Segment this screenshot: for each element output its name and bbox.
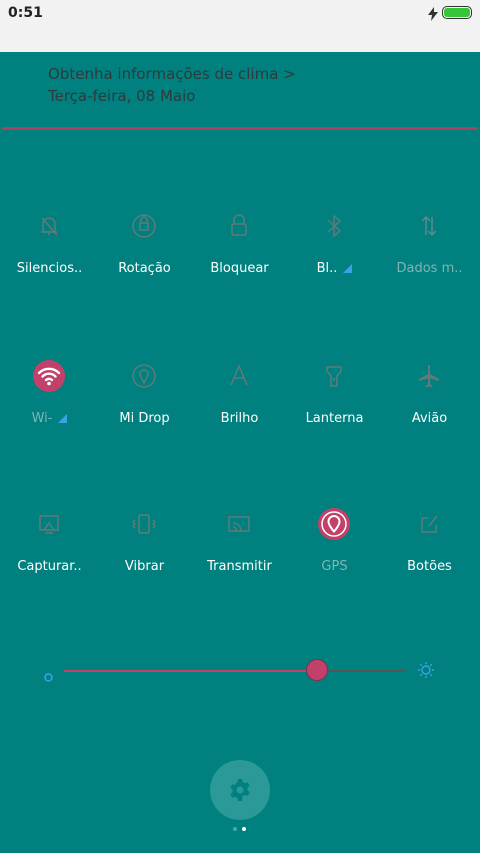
screenshot-icon bbox=[31, 506, 67, 542]
tile-buttons[interactable]: Botões bbox=[382, 506, 477, 606]
tile-label: Avião bbox=[411, 411, 448, 426]
weather-link[interactable]: Obtenha informações de clima > bbox=[48, 65, 296, 83]
tile-rotation[interactable]: Rotação bbox=[97, 208, 192, 308]
header-divider bbox=[2, 127, 478, 130]
page-dot bbox=[233, 827, 237, 831]
settings-button[interactable] bbox=[210, 760, 270, 820]
gear-icon bbox=[230, 779, 250, 801]
tile-label-text: Wi- bbox=[31, 411, 53, 426]
expand-indicator-icon bbox=[343, 264, 353, 273]
tile-cast[interactable]: Transmitir bbox=[192, 506, 287, 606]
tile-lock[interactable]: Bloquear bbox=[192, 208, 287, 308]
page-dot-active bbox=[242, 827, 246, 831]
lock-icon bbox=[221, 208, 257, 244]
status-bar: 0:51 bbox=[0, 0, 480, 52]
buttons-icon bbox=[411, 506, 447, 542]
mobile-data-icon bbox=[411, 208, 447, 244]
gps-icon bbox=[316, 506, 352, 542]
tile-label: Wi- bbox=[2, 411, 97, 426]
date-label: Terça-feira, 08 Maio bbox=[48, 87, 196, 105]
brightness-slider[interactable] bbox=[64, 659, 406, 681]
flashlight-icon bbox=[316, 358, 352, 394]
tile-wifi[interactable]: Wi- bbox=[2, 358, 97, 458]
tile-vibrate[interactable]: Vibrar bbox=[97, 506, 192, 606]
brightness-high-icon bbox=[417, 661, 435, 683]
brightness-low-icon bbox=[44, 667, 53, 686]
expand-indicator-icon bbox=[58, 414, 68, 423]
tile-label: Bl.. bbox=[287, 261, 382, 276]
tile-label: Botões bbox=[407, 559, 452, 574]
tile-gps[interactable]: GPS bbox=[287, 506, 382, 606]
auto-brightness-icon bbox=[221, 358, 257, 394]
tile-bluetooth[interactable]: Bl.. bbox=[287, 208, 382, 308]
tile-label: Brilho bbox=[220, 411, 259, 426]
tile-label: Mi Drop bbox=[119, 411, 170, 426]
tile-silent[interactable]: Silencios.. bbox=[2, 208, 97, 308]
airplane-icon bbox=[411, 358, 447, 394]
tile-screenshot[interactable]: Capturar.. bbox=[2, 506, 97, 606]
status-time: 0:51 bbox=[8, 5, 43, 21]
tile-label: GPS bbox=[321, 559, 348, 574]
tile-flashlight[interactable]: Lanterna bbox=[287, 358, 382, 458]
cast-icon bbox=[221, 506, 257, 542]
tile-airplane[interactable]: Avião bbox=[382, 358, 477, 458]
tile-label: Silencios.. bbox=[16, 261, 83, 276]
tile-label: Dados m.. bbox=[396, 261, 463, 276]
tile-label: Vibrar bbox=[124, 559, 165, 574]
mi-drop-icon bbox=[126, 358, 162, 394]
bolt-icon bbox=[428, 6, 438, 25]
battery-full-icon bbox=[442, 6, 472, 19]
tile-mobile-data[interactable]: Dados m.. bbox=[382, 208, 477, 308]
brightness-slider-fill bbox=[64, 670, 318, 672]
bell-off-icon bbox=[31, 208, 67, 244]
wifi-icon bbox=[31, 358, 67, 394]
brightness-slider-thumb[interactable] bbox=[306, 659, 329, 681]
bluetooth-icon bbox=[316, 208, 352, 244]
tile-mi-drop[interactable]: Mi Drop bbox=[97, 358, 192, 458]
tile-label: Rotação bbox=[118, 261, 171, 276]
tile-label: Capturar.. bbox=[17, 559, 82, 574]
tile-brightness[interactable]: Brilho bbox=[192, 358, 287, 458]
tile-label: Bloquear bbox=[210, 261, 269, 276]
rotation-lock-icon bbox=[126, 208, 162, 244]
tile-label: Lanterna bbox=[305, 411, 364, 426]
tile-label-text: Bl.. bbox=[316, 261, 338, 276]
tile-label: Transmitir bbox=[207, 559, 272, 574]
vibrate-icon bbox=[126, 506, 162, 542]
